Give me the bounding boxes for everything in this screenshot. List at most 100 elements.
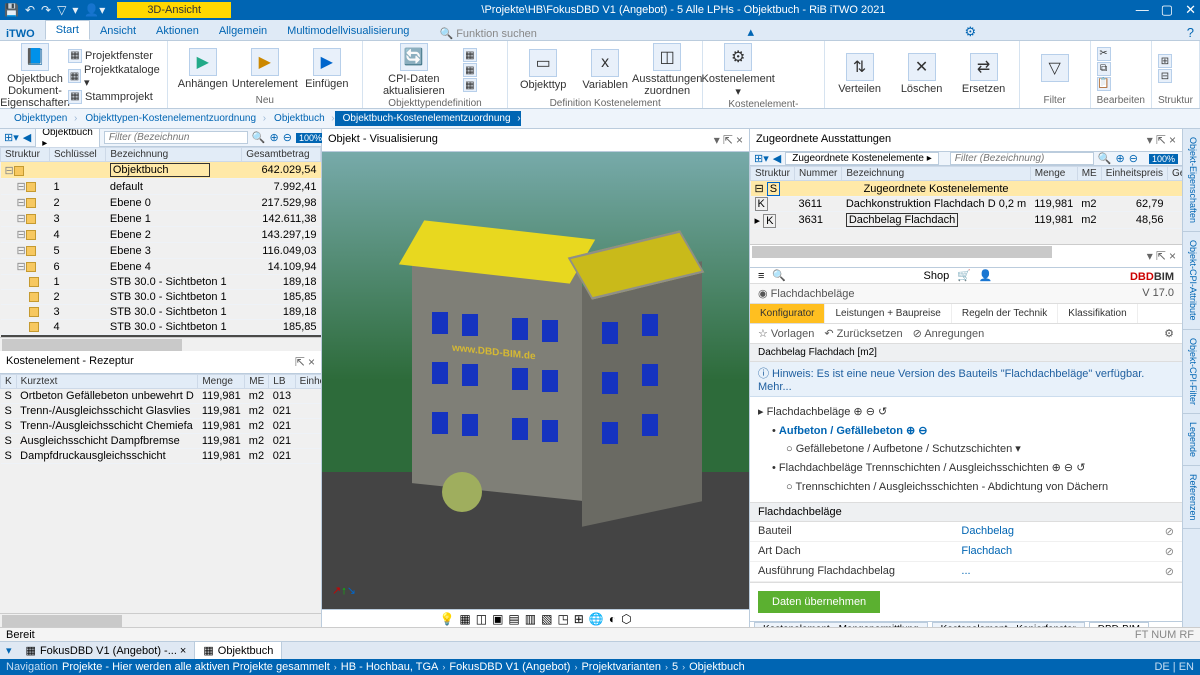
ribbon-search[interactable]: 🔍 Funktion suchen <box>439 27 536 40</box>
tree-icon[interactable]: ⊞▾ <box>4 131 19 144</box>
zoom-value[interactable]: 100% <box>296 133 325 143</box>
zoom-in-icon[interactable]: ⊕ <box>1116 152 1125 165</box>
anhaengen-button[interactable]: ▶Anhängen <box>174 48 232 90</box>
einfuegen-button[interactable]: ▶Einfügen <box>298 48 356 90</box>
table-row[interactable]: ⊟2Ebene 0217.529,98 <box>1 195 321 211</box>
table-row[interactable]: ⊟1default7.992,41 <box>1 179 321 195</box>
close-panel-icon[interactable]: × <box>1169 249 1176 263</box>
search-icon[interactable]: 🔍 <box>252 131 266 144</box>
crumb-zuordnung2[interactable]: Objektbuch-Kostenelementzuordnung <box>335 111 521 126</box>
close-panel-icon[interactable]: × <box>308 355 315 369</box>
search-icon[interactable]: 🔍 <box>1098 152 1112 165</box>
dropdown-icon[interactable]: ▾ <box>714 133 720 147</box>
table-row[interactable]: ▸ K3631Dachbelag Flachdach119,981m248,56… <box>751 212 1183 229</box>
vp-tool-icon[interactable]: ◫ <box>476 612 487 626</box>
ribbon-tab-start[interactable]: Start <box>45 20 90 40</box>
doc-tab-fokus[interactable]: ▦FokusDBD V1 (Angebot) -... × <box>18 642 196 659</box>
nav-seg[interactable]: Objektbuch <box>689 661 745 673</box>
ribbon-tab-multimodell[interactable]: Multimodellvisualisierung <box>277 22 419 40</box>
zoom-out-icon[interactable]: ⊖ <box>283 131 292 144</box>
help-icon[interactable]: ? <box>1187 25 1194 40</box>
side-tab-cpi-attr[interactable]: Objekt-CPI-Attribute <box>1183 232 1200 330</box>
doc-list-icon[interactable]: ▾ <box>0 644 18 657</box>
stammprojekt-button[interactable]: ▦Stammprojekt <box>68 90 161 104</box>
objekttypen-uebertragen-button[interactable]: ▦ <box>463 48 477 62</box>
vp-tool-icon[interactable]: 🌐 <box>589 612 604 626</box>
dbd-tree[interactable]: ▸ Flachdachbeläge ⊕ ⊖ ↺ • Aufbeton / Gef… <box>750 397 1182 502</box>
bottom-tab-mengen[interactable]: Kostenelement - Mengenermittlung <box>754 622 928 627</box>
vp-tool-icon[interactable]: 💡 <box>439 612 454 626</box>
expand-icon[interactable]: ⊞ <box>1158 54 1172 68</box>
paste-icon[interactable]: 📋 <box>1097 77 1111 91</box>
zoom-value[interactable]: 100% <box>1149 154 1178 164</box>
search-icon[interactable]: 🔍 <box>772 269 786 282</box>
h-scrollbar[interactable] <box>750 244 1182 245</box>
doc-properties-button[interactable]: 📘Objektbuch Dokument-Eigenschaften <box>6 43 64 109</box>
vp-tool-icon[interactable]: ▦ <box>459 612 470 626</box>
dbd-tab-konfigurator[interactable]: Konfigurator <box>750 304 825 323</box>
apply-button[interactable]: Daten übernehmen <box>758 591 880 613</box>
cpi-aktualisieren-button[interactable]: 🔄CPI-Daten aktualisieren <box>369 43 459 97</box>
side-tab-cpi-filter[interactable]: Objekt-CPI-Filter <box>1183 330 1200 414</box>
vp-tool-icon[interactable]: ▤ <box>508 612 519 626</box>
maximize-icon[interactable]: ▢ <box>1161 2 1173 18</box>
filter-icon[interactable]: ▽ <box>57 3 66 17</box>
vp-tool-icon[interactable]: ▥ <box>525 612 536 626</box>
tree-icon[interactable]: ⊞▾ <box>754 152 769 165</box>
table-row[interactable]: ⊟5Ebene 3116.049,03 <box>1 243 321 259</box>
nav-seg[interactable]: Projektvarianten <box>581 661 661 673</box>
table-row[interactable]: SAusgleichsschicht Dampfbremse119,981m20… <box>1 434 322 449</box>
dbd-tab-regeln[interactable]: Regeln der Technik <box>952 304 1058 323</box>
vp-tool-icon[interactable]: ◐ <box>609 612 616 626</box>
crumb-zuordnung1[interactable]: Objekttypen-Kostenelementzuordnung <box>77 111 266 126</box>
clear-icon[interactable]: ⊘ <box>1165 525 1174 538</box>
bottom-tab-dbd[interactable]: DBD-BIM <box>1089 622 1149 627</box>
redo-icon[interactable]: ↷ <box>41 3 51 17</box>
table-row[interactable]: ⊟4Ebene 2143.297,19 <box>1 227 321 243</box>
pin-icon[interactable]: ⇱ <box>723 133 733 147</box>
projektfenster-button[interactable]: ▦Projektfenster <box>68 49 161 63</box>
close-panel-icon[interactable]: × <box>736 133 743 147</box>
axis-gizmo-icon[interactable]: ↗↑↘ <box>332 581 356 599</box>
bottom-tab-kopier[interactable]: Kostenelement - Kopierfenster <box>932 622 1085 627</box>
table-row[interactable]: 2STB 30.0 - Sichtbeton 1185,85 <box>1 290 321 305</box>
h-scrollbar[interactable] <box>0 337 321 351</box>
rezeptur-grid[interactable]: KKurztextMengeMELBEinheitspreisGesamtbet… <box>0 374 321 613</box>
ausstattungen-filter-input[interactable] <box>950 152 1094 165</box>
nav-left-icon[interactable]: ◀ <box>23 131 31 144</box>
zoom-out-icon[interactable]: ⊖ <box>1129 152 1138 165</box>
nav-seg[interactable]: FokusDBD V1 (Angebot) <box>449 661 570 673</box>
nav-left-icon[interactable]: ◀ <box>773 152 781 165</box>
prop-row[interactable]: Ausführung Flachdachbelag...⊘ <box>750 562 1182 582</box>
ribbon-tab-aktionen[interactable]: Aktionen <box>146 22 209 40</box>
minimize-icon[interactable]: — <box>1136 2 1149 18</box>
dropdown-icon[interactable]: ▾ <box>1147 133 1153 147</box>
crumb-objekttypen[interactable]: Objekttypen <box>6 111 77 126</box>
unterelement-button[interactable]: ▶Unterelement <box>236 48 294 90</box>
close-panel-icon[interactable]: × <box>1169 133 1176 147</box>
table-row[interactable]: SOrtbeton Gefällebeton unbewehrt D119,98… <box>1 389 322 404</box>
ausstattungen-crumb[interactable]: Zugeordnete Kostenelemente ▸ <box>785 152 939 165</box>
dbd-tab-klassifikation[interactable]: Klassifikation <box>1058 304 1137 323</box>
crumb-objektbuch[interactable]: Objektbuch <box>266 111 335 126</box>
h-scrollbar[interactable] <box>0 613 321 627</box>
table-row[interactable]: ⊟ SZugeordnete Kostenelemente13.359,88 <box>751 181 1183 197</box>
user-icon[interactable]: 👤▾ <box>84 3 105 17</box>
prop-row[interactable]: Art DachFlachdach⊘ <box>750 542 1182 562</box>
dbd-tab-leistungen[interactable]: Leistungen + Baupreise <box>825 304 951 323</box>
gear-icon[interactable]: ⚙ <box>1164 327 1174 340</box>
clear-icon[interactable]: ⊘ <box>1165 565 1174 578</box>
menu-icon[interactable]: ≡ <box>758 270 764 282</box>
nav-seg[interactable]: 5 <box>672 661 678 673</box>
copy-icon[interactable]: ⧉ <box>1097 62 1111 76</box>
table-row[interactable]: STrenn-/Ausgleichsschicht Glasvlies119,9… <box>1 404 322 419</box>
table-row[interactable]: ⊟6Ebene 414.109,94 <box>1 259 321 275</box>
ersetzen-button[interactable]: ⇄Ersetzen <box>955 53 1013 95</box>
table-row[interactable]: 4STB 30.0 - Sichtbeton 1185,85 <box>1 320 321 335</box>
prop-row[interactable]: BauteilDachbelag⊘ <box>750 522 1182 542</box>
vorlagen-button[interactable]: ☆ Vorlagen <box>758 327 814 340</box>
ausstattungen-button[interactable]: ◫Ausstattungen zuordnen <box>638 43 696 97</box>
pin-icon[interactable]: ⇱ <box>1156 133 1166 147</box>
ribbon-collapse-icon[interactable]: ▴ <box>747 24 754 40</box>
table-row[interactable]: ⊟3Ebene 1142.611,38 <box>1 211 321 227</box>
